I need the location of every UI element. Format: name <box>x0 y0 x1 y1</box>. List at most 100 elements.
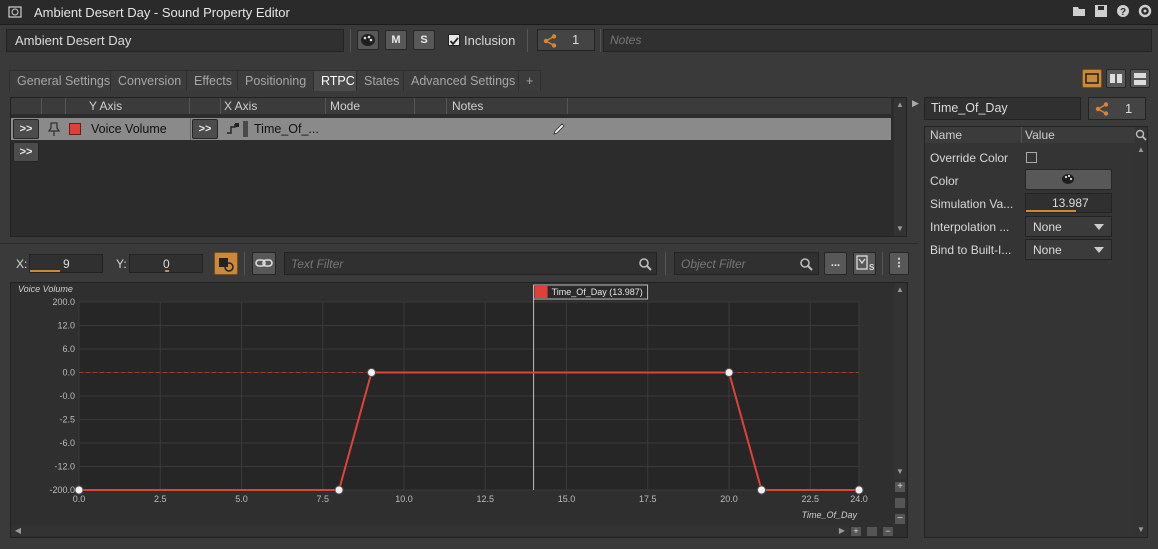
property-scrollbar[interactable]: ▲ ▼ <box>1135 145 1147 537</box>
tab-general-settings[interactable]: General Settings <box>9 70 119 91</box>
color-picker-button[interactable] <box>1025 169 1112 190</box>
folder-icon[interactable] <box>1071 4 1087 20</box>
y-coordinate-label: Y: <box>116 257 127 271</box>
window-title: Ambient Desert Day - Sound Property Edit… <box>34 5 290 20</box>
tab-label: States <box>364 74 400 88</box>
override-color-checkbox[interactable] <box>1026 152 1037 163</box>
table-row[interactable]: >> Voice Volume >> Time_Of_... <box>11 118 891 140</box>
search-icon[interactable] <box>1135 129 1147 141</box>
property-bind-built-in: Bind to Built-I... <box>930 243 1012 257</box>
graph-h-scrollbar[interactable]: ◀ ▶ <box>11 526 849 536</box>
table-header: Y Axis X Axis Mode Notes <box>11 98 891 114</box>
curve-point <box>367 368 376 377</box>
cursor-color-swatch <box>534 286 548 298</box>
property-simulation-value: Simulation Va... <box>930 197 1014 211</box>
column-x-axis: X Axis <box>224 99 258 113</box>
parameter-references-button[interactable]: 1 <box>1088 97 1146 120</box>
y-coordinate-field[interactable]: 0 <box>129 254 203 273</box>
curve-color-swatch[interactable] <box>69 123 81 135</box>
color-button[interactable] <box>357 30 379 50</box>
curve-point <box>74 485 84 495</box>
scroll-up-icon[interactable]: ▲ <box>1136 145 1146 155</box>
parameter-name-field[interactable]: Time_Of_Day <box>924 97 1081 120</box>
x-tick-label: 2.5 <box>154 494 167 504</box>
simulation-value-field[interactable]: 13.987 <box>1025 193 1112 213</box>
scroll-down-icon[interactable]: ▼ <box>895 467 905 477</box>
tab-states[interactable]: States <box>356 70 408 91</box>
parameter-references-count: 1 <box>1125 101 1133 116</box>
inclusion-checkbox[interactable] <box>448 34 460 46</box>
property-interpolation: Interpolation ... <box>930 220 1010 234</box>
snap-button[interactable] <box>214 252 238 275</box>
layout-rows-button[interactable] <box>1130 69 1150 88</box>
layout-columns-icon <box>1110 74 1122 83</box>
save-icon[interactable] <box>1093 4 1109 20</box>
references-button[interactable]: 1 <box>537 29 595 51</box>
x-tick-label: 20.0 <box>720 494 738 504</box>
x-axis-value: Time_Of_... <box>254 122 319 136</box>
scroll-up-icon[interactable]: ▲ <box>895 285 905 295</box>
zoom-in-icon[interactable]: + <box>895 482 905 492</box>
more-options-icon[interactable]: ⋮ <box>889 252 909 275</box>
tab-advanced-settings[interactable]: Advanced Settings <box>403 70 524 91</box>
separator <box>882 252 883 275</box>
scroll-left-icon[interactable]: ◀ <box>13 526 23 536</box>
object-filter-input[interactable]: Object Filter <box>674 252 819 275</box>
object-select-button[interactable]: S <box>853 252 876 275</box>
scroll-down-icon[interactable]: ▼ <box>895 224 905 234</box>
y-coordinate-slider <box>165 270 169 272</box>
graph-scrollbar[interactable]: ▲ ▼ <box>894 283 906 479</box>
text-filter-input[interactable]: Text Filter <box>284 252 657 275</box>
x-tick-label: 22.5 <box>801 494 819 504</box>
y-tick-label: 200.0 <box>52 297 75 307</box>
add-rtpc-button[interactable]: >> <box>13 142 39 162</box>
x-coordinate-value: 9 <box>63 257 70 271</box>
h-zoom-fit-icon[interactable] <box>867 527 877 536</box>
settings-icon[interactable] <box>1137 4 1153 20</box>
interpolation-dropdown[interactable]: None <box>1025 216 1112 237</box>
expand-button[interactable]: >> <box>13 119 39 139</box>
separator <box>600 29 601 52</box>
pin-icon[interactable] <box>47 121 61 137</box>
zoom-fit-icon[interactable] <box>895 498 905 508</box>
h-zoom-out-icon[interactable]: − <box>883 527 893 536</box>
table-scrollbar[interactable]: ▲ ▼ <box>894 98 906 236</box>
x-tick-label: 15.0 <box>558 494 576 504</box>
x-tick-label: 12.5 <box>476 494 494 504</box>
mute-button[interactable]: M <box>385 30 407 50</box>
tab-conversion[interactable]: Conversion <box>110 70 190 91</box>
expand-label: >> <box>19 123 33 135</box>
scroll-right-icon[interactable]: ▶ <box>837 526 847 536</box>
bind-built-in-dropdown[interactable]: None <box>1025 239 1112 260</box>
rtpc-curve-graph[interactable]: 200.012.06.00.0-0.0-2.5-6.0-12.0-200.00.… <box>11 283 907 537</box>
scroll-down-icon[interactable]: ▼ <box>1136 525 1146 535</box>
add-rtpc-label: >> <box>19 146 33 158</box>
column-name: Name <box>930 128 963 142</box>
layout-columns-button[interactable] <box>1106 69 1126 88</box>
column-y-axis: Y Axis <box>89 99 123 113</box>
edit-notes-icon[interactable] <box>552 122 566 136</box>
bind-built-in-value: None <box>1033 243 1062 257</box>
layout-single-button[interactable] <box>1082 69 1102 88</box>
tab-label: Conversion <box>118 74 182 88</box>
x-axis-select-button[interactable]: >> <box>192 119 218 139</box>
x-coordinate-field[interactable]: 9 <box>29 254 103 273</box>
zoom-out-icon[interactable]: − <box>895 514 905 524</box>
y-coordinate-value: 0 <box>163 257 170 271</box>
link-button[interactable] <box>252 252 276 275</box>
notes-field[interactable]: Notes <box>603 29 1152 52</box>
object-name-field[interactable]: Ambient Desert Day <box>6 29 344 52</box>
browse-button[interactable]: ... <box>824 252 847 275</box>
tab-effects[interactable]: Effects <box>186 70 240 91</box>
speaker-icon <box>7 4 23 20</box>
collapse-panel-icon[interactable]: ▶ <box>912 98 920 108</box>
scroll-up-icon[interactable]: ▲ <box>895 100 905 110</box>
help-icon[interactable]: ? <box>1115 4 1131 20</box>
separator <box>527 29 528 52</box>
h-zoom-in-icon[interactable]: + <box>851 527 861 536</box>
x-coordinate-label: X: <box>16 257 28 271</box>
tab-add[interactable]: + <box>518 70 542 91</box>
solo-button[interactable]: S <box>413 30 435 50</box>
notes-placeholder: Notes <box>610 33 642 47</box>
tab-positioning[interactable]: Positioning <box>237 70 315 91</box>
